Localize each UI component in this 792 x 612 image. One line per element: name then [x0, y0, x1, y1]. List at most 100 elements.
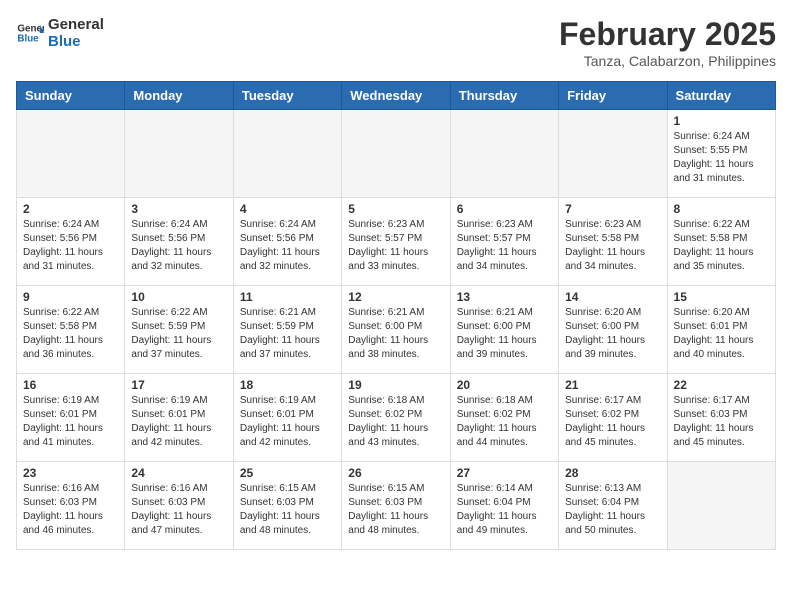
svg-text:Blue: Blue — [17, 33, 39, 44]
calendar-cell: 19Sunrise: 6:18 AM Sunset: 6:02 PM Dayli… — [342, 374, 450, 462]
page-header: General Blue General Blue February 2025 … — [16, 16, 776, 69]
day-info: Sunrise: 6:17 AM Sunset: 6:03 PM Dayligh… — [674, 394, 769, 450]
day-info: Sunrise: 6:18 AM Sunset: 6:02 PM Dayligh… — [457, 394, 552, 450]
calendar-cell: 17 Sunrise: 6:19 AM Sunset: 6:01 PM Dayli… — [125, 374, 233, 462]
column-header-thursday: Thursday — [450, 82, 558, 110]
day-number: 16 — [23, 378, 118, 392]
calendar-cell: 16 Sunrise: 6:19 AM Sunset: 6:01 PM Dayli… — [17, 374, 125, 462]
calendar-cell: 28 Sunrise: 6:13 AM Sunset: 6:04 PM Dayli… — [559, 462, 667, 550]
column-header-tuesday: Tuesday — [233, 82, 341, 110]
day-number: 26 — [348, 466, 443, 480]
day-number: 19 — [348, 378, 443, 392]
calendar-cell: 21 Sunrise: 6:17 AM Sunset: 6:02 PM Dayli… — [559, 374, 667, 462]
day-number: 28 — [565, 466, 660, 480]
day-info: Sunrise: 6:23 AM Sunset: 5:57 PM Dayligh… — [348, 218, 443, 274]
day-info: Sunrise: 6:24 AM Sunset: 5:56 PM Dayligh… — [240, 218, 335, 274]
week-row-4: 16 Sunrise: 6:19 AM Sunset: 6:01 PM Dayli… — [17, 374, 776, 462]
calendar-cell: 5 Sunrise: 6:23 AM Sunset: 5:57 PM Daylig… — [342, 198, 450, 286]
calendar-cell: 20 Sunrise: 6:18 AM Sunset: 6:02 PM Dayli… — [450, 374, 558, 462]
day-number: 3 — [131, 202, 226, 216]
calendar-cell: 6Sunrise: 6:23 AM Sunset: 5:57 PM Daylig… — [450, 198, 558, 286]
day-number: 13 — [457, 290, 552, 304]
column-header-saturday: Saturday — [667, 82, 775, 110]
calendar-cell: 3 Sunrise: 6:24 AM Sunset: 5:56 PM Daylig… — [125, 198, 233, 286]
calendar-cell: 23 Sunrise: 6:16 AM Sunset: 6:03 PM Dayli… — [17, 462, 125, 550]
day-info: Sunrise: 6:19 AM Sunset: 6:01 PM Dayligh… — [240, 394, 335, 450]
day-info: Sunrise: 6:22 AM Sunset: 5:59 PM Dayligh… — [131, 306, 226, 362]
day-info: Sunrise: 6:13 AM Sunset: 6:04 PM Dayligh… — [565, 482, 660, 538]
day-number: 21 — [565, 378, 660, 392]
week-row-2: 2 Sunrise: 6:24 AM Sunset: 5:56 PM Daylig… — [17, 198, 776, 286]
day-info: Sunrise: 6:15 AM Sunset: 6:03 PM Dayligh… — [348, 482, 443, 538]
day-number: 4 — [240, 202, 335, 216]
calendar-cell — [233, 110, 341, 198]
day-number: 10 — [131, 290, 226, 304]
day-info: Sunrise: 6:16 AM Sunset: 6:03 PM Dayligh… — [23, 482, 118, 538]
day-info: Sunrise: 6:23 AM Sunset: 5:58 PM Dayligh… — [565, 218, 660, 274]
calendar-cell: 24 Sunrise: 6:16 AM Sunset: 6:03 PM Dayli… — [125, 462, 233, 550]
day-info: Sunrise: 6:20 AM Sunset: 6:00 PM Dayligh… — [565, 306, 660, 362]
day-info: Sunrise: 6:20 AM Sunset: 6:01 PM Dayligh… — [674, 306, 769, 362]
day-info: Sunrise: 6:15 AM Sunset: 6:03 PM Dayligh… — [240, 482, 335, 538]
calendar-cell: 7 Sunrise: 6:23 AM Sunset: 5:58 PM Daylig… — [559, 198, 667, 286]
calendar-cell: 25 Sunrise: 6:15 AM Sunset: 6:03 PM Dayli… — [233, 462, 341, 550]
day-number: 5 — [348, 202, 443, 216]
calendar-cell: 1 Sunrise: 6:24 AM Sunset: 5:55 PM Daylig… — [667, 110, 775, 198]
calendar-cell — [667, 462, 775, 550]
logo-blue-text: Blue — [48, 33, 104, 50]
logo-general-text: General — [48, 16, 104, 33]
day-number: 7 — [565, 202, 660, 216]
day-number: 27 — [457, 466, 552, 480]
day-number: 12 — [348, 290, 443, 304]
day-number: 23 — [23, 466, 118, 480]
day-info: Sunrise: 6:24 AM Sunset: 5:56 PM Dayligh… — [23, 218, 118, 274]
day-number: 17 — [131, 378, 226, 392]
week-row-3: 9Sunrise: 6:22 AM Sunset: 5:58 PM Daylig… — [17, 286, 776, 374]
week-row-1: 1 Sunrise: 6:24 AM Sunset: 5:55 PM Daylig… — [17, 110, 776, 198]
day-info: Sunrise: 6:16 AM Sunset: 6:03 PM Dayligh… — [131, 482, 226, 538]
day-info: Sunrise: 6:19 AM Sunset: 6:01 PM Dayligh… — [23, 394, 118, 450]
month-title: February 2025 — [559, 16, 776, 53]
calendar-cell: 10 Sunrise: 6:22 AM Sunset: 5:59 PM Dayli… — [125, 286, 233, 374]
calendar-cell — [342, 110, 450, 198]
calendar-cell: 12 Sunrise: 6:21 AM Sunset: 6:00 PM Dayli… — [342, 286, 450, 374]
column-header-monday: Monday — [125, 82, 233, 110]
day-info: Sunrise: 6:21 AM Sunset: 6:00 PM Dayligh… — [457, 306, 552, 362]
logo: General Blue General Blue — [16, 16, 104, 50]
day-info: Sunrise: 6:21 AM Sunset: 5:59 PM Dayligh… — [240, 306, 335, 362]
calendar-cell: 27Sunrise: 6:14 AM Sunset: 6:04 PM Dayli… — [450, 462, 558, 550]
column-header-friday: Friday — [559, 82, 667, 110]
day-info: Sunrise: 6:21 AM Sunset: 6:00 PM Dayligh… — [348, 306, 443, 362]
calendar-cell: 13 Sunrise: 6:21 AM Sunset: 6:00 PM Dayli… — [450, 286, 558, 374]
calendar-header-row: SundayMondayTuesdayWednesdayThursdayFrid… — [17, 82, 776, 110]
logo-icon: General Blue — [16, 19, 44, 47]
day-info: Sunrise: 6:17 AM Sunset: 6:02 PM Dayligh… — [565, 394, 660, 450]
calendar-cell: 2 Sunrise: 6:24 AM Sunset: 5:56 PM Daylig… — [17, 198, 125, 286]
column-header-wednesday: Wednesday — [342, 82, 450, 110]
calendar-cell: 18 Sunrise: 6:19 AM Sunset: 6:01 PM Dayli… — [233, 374, 341, 462]
day-number: 2 — [23, 202, 118, 216]
day-number: 25 — [240, 466, 335, 480]
calendar-table: SundayMondayTuesdayWednesdayThursdayFrid… — [16, 81, 776, 550]
calendar-cell — [17, 110, 125, 198]
day-number: 1 — [674, 114, 769, 128]
title-section: February 2025 Tanza, Calabarzon, Philipp… — [559, 16, 776, 69]
day-number: 9 — [23, 290, 118, 304]
day-info: Sunrise: 6:24 AM Sunset: 5:55 PM Dayligh… — [674, 130, 769, 186]
week-row-5: 23 Sunrise: 6:16 AM Sunset: 6:03 PM Dayli… — [17, 462, 776, 550]
calendar-cell: 4 Sunrise: 6:24 AM Sunset: 5:56 PM Daylig… — [233, 198, 341, 286]
calendar-cell: 9Sunrise: 6:22 AM Sunset: 5:58 PM Daylig… — [17, 286, 125, 374]
day-info: Sunrise: 6:19 AM Sunset: 6:01 PM Dayligh… — [131, 394, 226, 450]
day-info: Sunrise: 6:24 AM Sunset: 5:56 PM Dayligh… — [131, 218, 226, 274]
day-number: 8 — [674, 202, 769, 216]
day-number: 15 — [674, 290, 769, 304]
calendar-cell — [125, 110, 233, 198]
day-number: 18 — [240, 378, 335, 392]
day-number: 22 — [674, 378, 769, 392]
calendar-cell — [559, 110, 667, 198]
calendar-cell: 26 Sunrise: 6:15 AM Sunset: 6:03 PM Dayli… — [342, 462, 450, 550]
column-header-sunday: Sunday — [17, 82, 125, 110]
day-number: 24 — [131, 466, 226, 480]
location-subtitle: Tanza, Calabarzon, Philippines — [559, 53, 776, 69]
day-number: 20 — [457, 378, 552, 392]
